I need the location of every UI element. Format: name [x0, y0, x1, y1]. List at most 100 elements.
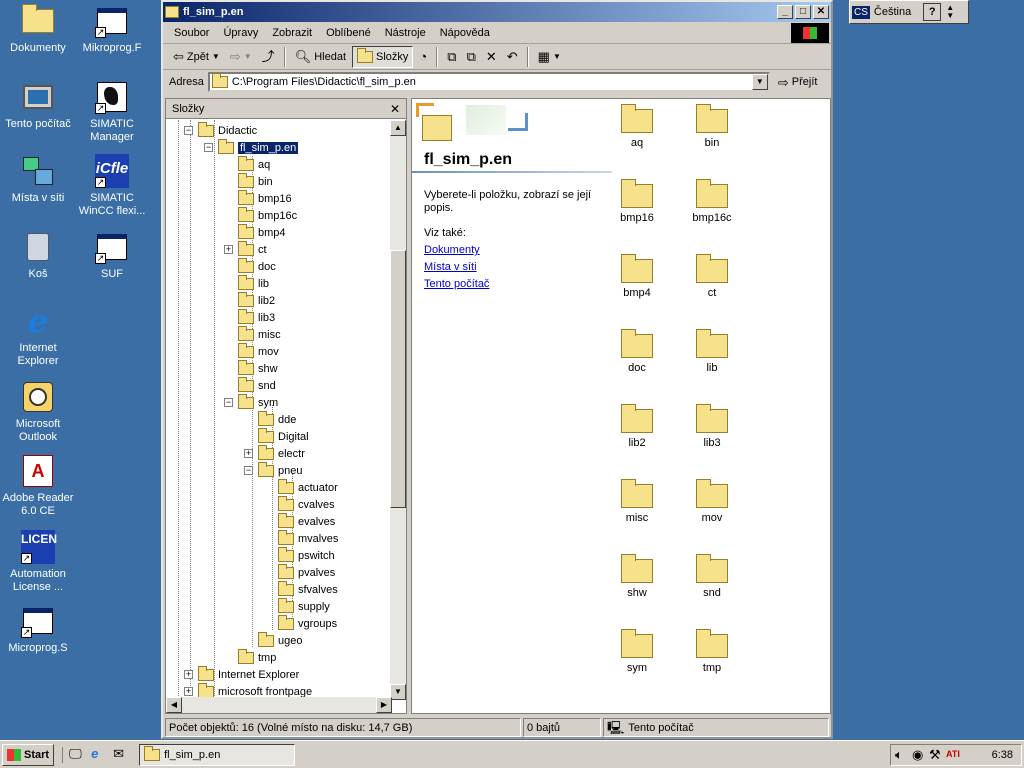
link-my-computer[interactable]: Tento počítač — [424, 278, 489, 290]
desktop-mikroprog-f[interactable]: ↗ Mikroprog.F — [74, 4, 150, 55]
folder-item[interactable]: doc — [602, 329, 672, 374]
expand-icon[interactable]: + — [184, 670, 193, 679]
help-icon[interactable]: ? — [923, 3, 942, 21]
folder-item[interactable]: bmp16 — [602, 179, 672, 224]
tree-item[interactable]: pneu — [258, 461, 302, 479]
folder-item[interactable]: bin — [677, 104, 747, 149]
tree-item[interactable]: actuator — [278, 478, 338, 496]
address-dropdown-icon[interactable]: ▼ — [751, 74, 768, 90]
maximize-button[interactable]: □ — [795, 5, 811, 19]
folder-item[interactable]: mov — [677, 479, 747, 524]
back-button[interactable]: ⇦ Zpět ▼ — [169, 46, 224, 68]
close-folders-pane-icon[interactable]: ✕ — [388, 102, 402, 116]
history-button[interactable]: ◔ — [415, 46, 431, 68]
desktop-microprog-s[interactable]: ↗ Microprog.S — [0, 604, 76, 655]
desktop-my-documents[interactable]: Dokumenty — [0, 4, 76, 55]
tree-item[interactable]: pvalves — [278, 563, 335, 581]
tree-item[interactable]: bmp16c — [238, 206, 297, 224]
show-desktop-icon[interactable]: 🖵 — [69, 747, 85, 763]
tree-item[interactable]: mov — [238, 342, 279, 360]
desktop-simatic-wincc[interactable]: iCfle ↗ SIMATIC WinCC flexi... — [74, 154, 150, 218]
menu-soubor[interactable]: Soubor — [167, 27, 216, 39]
collapse-icon[interactable]: − — [224, 398, 233, 407]
desktop-my-computer[interactable]: Tento počítač — [0, 80, 76, 131]
folder-item[interactable]: lib2 — [602, 404, 672, 449]
taskbar-window-button[interactable]: fl_sim_p.en — [139, 743, 296, 766]
folder-item[interactable]: snd — [677, 554, 747, 599]
desktop-simatic-manager[interactable]: ↗ SIMATIC Manager — [74, 80, 150, 144]
start-button[interactable]: Start — [2, 743, 55, 766]
link-documents[interactable]: Dokumenty — [424, 244, 480, 256]
views-button[interactable]: ▦ ▼ — [534, 46, 565, 68]
network-tray-icon[interactable]: ⚒ — [929, 748, 943, 762]
tree-item[interactable]: dde — [258, 410, 296, 428]
tree-item[interactable]: ct — [238, 240, 267, 258]
scroll-down-icon[interactable]: ▼ — [390, 684, 406, 700]
tree-item[interactable]: tmp — [238, 648, 276, 666]
menu-oblibene[interactable]: Oblíbené — [319, 27, 378, 39]
tree-item[interactable]: bmp16 — [238, 189, 292, 207]
folder-item[interactable]: shw — [602, 554, 672, 599]
desktop-internet-explorer[interactable]: e Internet Explorer — [0, 304, 76, 368]
expand-icon[interactable]: + — [224, 245, 233, 254]
tree-item[interactable]: bin — [238, 172, 273, 190]
folder-item[interactable]: sym — [602, 629, 672, 674]
tree-item[interactable]: lib3 — [238, 308, 275, 326]
tray-app-icon[interactable]: ◉ — [912, 748, 926, 762]
menu-napoveda[interactable]: Nápověda — [433, 27, 497, 39]
address-field[interactable]: C:\Program Files\Didactic\fl_sim_p.en ▼ — [207, 72, 770, 92]
tree-horizontal-scrollbar[interactable]: ◀ ▶ — [166, 697, 392, 713]
folder-item[interactable]: lib3 — [677, 404, 747, 449]
expand-icon[interactable]: + — [184, 687, 193, 696]
language-bar[interactable]: CS Čeština ? ▲ ▼ — [849, 0, 969, 24]
back-dropdown-icon[interactable]: ▼ — [212, 50, 220, 63]
collapse-icon[interactable]: − — [184, 126, 193, 135]
tree-item[interactable]: Internet Explorer — [198, 665, 299, 683]
tree-item[interactable]: bmp4 — [238, 223, 286, 241]
title-bar[interactable]: fl_sim_p.en _ □ ✕ — [163, 2, 831, 22]
tree-item[interactable]: snd — [238, 376, 276, 394]
folder-item[interactable]: aq — [602, 104, 672, 149]
desktop-outlook[interactable]: Microsoft Outlook — [0, 380, 76, 444]
langbar-options-icon[interactable]: ▲ ▼ — [945, 4, 955, 20]
forward-dropdown-icon[interactable]: ▼ — [244, 50, 252, 63]
search-button[interactable]: 🔍︎ Hledat — [291, 46, 350, 68]
tree-item[interactable]: sfvalves — [278, 580, 338, 598]
folders-button[interactable]: Složky — [352, 45, 414, 68]
folder-item[interactable]: tmp — [677, 629, 747, 674]
address-value[interactable]: C:\Program Files\Didactic\fl_sim_p.en — [232, 76, 748, 88]
tree-item[interactable]: cvalves — [278, 495, 335, 513]
menu-upravy[interactable]: Úpravy — [216, 27, 265, 39]
folder-item[interactable]: misc — [602, 479, 672, 524]
move-to-button[interactable]: ⧉ — [443, 46, 460, 68]
menu-zobrazit[interactable]: Zobrazit — [265, 27, 319, 39]
tree-item[interactable]: Digital — [258, 427, 309, 445]
tree-item[interactable]: fl_sim_p.en — [218, 138, 300, 156]
tree-item[interactable]: misc — [238, 325, 281, 343]
desktop-suf[interactable]: ↗ SUF — [74, 230, 150, 281]
link-network-places[interactable]: Místa v síti — [424, 261, 477, 273]
internet-explorer-quick-icon[interactable]: e — [91, 747, 107, 763]
ati-icon[interactable]: ATI — [946, 748, 960, 762]
desktop-adobe-reader[interactable]: A Adobe Reader 6.0 CE — [0, 454, 76, 518]
outlook-quick-icon[interactable]: ✉ — [113, 747, 129, 763]
scroll-thumb[interactable] — [390, 250, 406, 508]
folder-item[interactable]: ct — [677, 254, 747, 299]
desktop-network-places[interactable]: Místa v síti — [0, 154, 76, 205]
tree-item[interactable]: mvalves — [278, 529, 338, 547]
up-folder-button[interactable]: ⤴ — [258, 46, 279, 68]
scroll-left-icon[interactable]: ◀ — [166, 697, 182, 713]
copy-to-button[interactable]: ⧉ — [463, 46, 480, 68]
tree-item[interactable]: ugeo — [258, 631, 302, 649]
folder-item[interactable]: bmp16c — [677, 179, 747, 224]
delete-button[interactable]: ✕ — [482, 46, 501, 68]
desktop-recycle-bin[interactable]: Koš — [0, 230, 76, 281]
tree-item[interactable]: lib2 — [238, 291, 275, 309]
expand-icon[interactable]: + — [244, 449, 253, 458]
close-button[interactable]: ✕ — [813, 5, 829, 19]
folder-item[interactable]: lib — [677, 329, 747, 374]
tree-item[interactable]: supply — [278, 597, 330, 615]
desktop-automation-license[interactable]: LICEN ↗ Automation License ... — [0, 530, 76, 594]
go-button[interactable]: ⇨ Přejít — [774, 71, 822, 93]
tree-item[interactable]: aq — [238, 155, 270, 173]
